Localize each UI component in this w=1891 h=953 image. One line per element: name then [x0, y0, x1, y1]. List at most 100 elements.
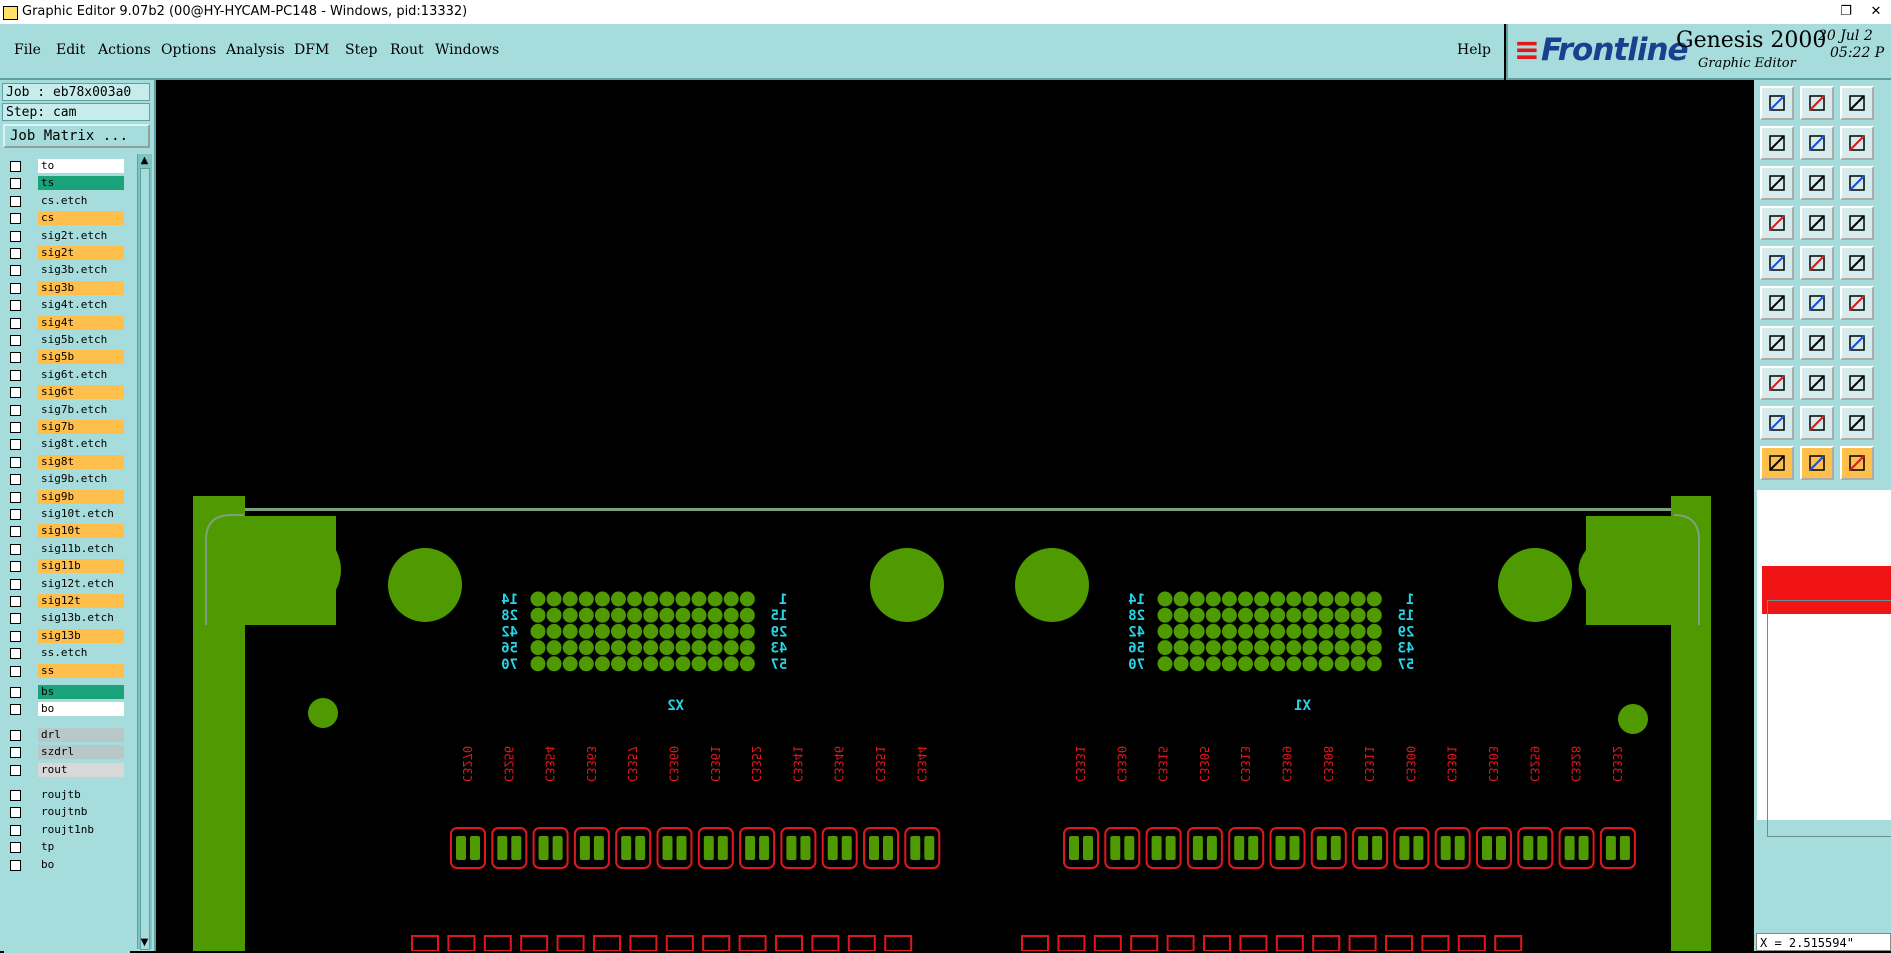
layer-name[interactable]: sig9b	[38, 489, 124, 504]
layer-row[interactable]: sig4t	[4, 315, 130, 331]
layer-name[interactable]: roujt1nb	[38, 822, 124, 837]
layer-row[interactable]: sig9b	[4, 489, 130, 505]
select-yellow-icon[interactable]	[1840, 446, 1874, 480]
arc-icon[interactable]	[1840, 326, 1874, 360]
corner-icon[interactable]	[1760, 366, 1794, 400]
cut-icon[interactable]	[1800, 366, 1834, 400]
menu-rout[interactable]: Rout	[390, 42, 424, 58]
layer-checkbox[interactable]	[10, 509, 21, 520]
layer-row[interactable]: cs	[4, 210, 130, 226]
layer-name[interactable]: sig8t	[38, 454, 124, 469]
layer-row[interactable]: sig3b	[4, 280, 130, 296]
menu-step[interactable]: Step	[345, 42, 377, 58]
layer-name[interactable]: sig6t	[38, 385, 124, 400]
layer-checkbox[interactable]	[10, 648, 21, 660]
layer-checkbox[interactable]	[10, 248, 21, 259]
pan-left-icon[interactable]	[1760, 126, 1794, 160]
layer-checkbox[interactable]	[10, 195, 21, 207]
layer-row[interactable]: sig5b	[4, 349, 130, 365]
scroll-up-icon[interactable]: ▲	[139, 155, 150, 166]
triangle-icon[interactable]	[1760, 406, 1794, 440]
layer-name[interactable]: cs.etch	[38, 193, 124, 208]
layer-checkbox[interactable]	[10, 352, 21, 364]
layer-row[interactable]: cs.etch	[4, 193, 130, 209]
menu-actions[interactable]: Actions	[98, 42, 151, 58]
layer-name[interactable]: sig12t	[38, 594, 124, 608]
layer-row[interactable]: sig12t.etch	[4, 576, 130, 592]
layer-name[interactable]: ss.etch	[38, 646, 124, 661]
layer-name[interactable]: szdrl	[38, 745, 124, 760]
layer-row[interactable]: sig8t	[4, 454, 130, 470]
layer-checkbox[interactable]	[10, 687, 21, 698]
layer-name[interactable]: bo	[38, 857, 124, 872]
layer-row[interactable]: sig10t	[4, 523, 130, 539]
select-icon[interactable]	[1760, 446, 1794, 480]
layer-row[interactable]: roujtb	[4, 787, 130, 803]
layer-row[interactable]: sig13b	[4, 628, 130, 644]
layer-row[interactable]: sig13b.etch	[4, 610, 130, 626]
layer-name[interactable]: ss	[38, 663, 124, 678]
layer-name[interactable]: bs	[38, 685, 124, 699]
layer-checkbox[interactable]	[10, 456, 21, 468]
layer-checkbox[interactable]	[10, 790, 21, 801]
fit-icon[interactable]	[1760, 166, 1794, 200]
layer-row[interactable]: szdrl	[4, 744, 130, 760]
layer-row[interactable]: sig11b.etch	[4, 541, 130, 557]
layer-row[interactable]: sig6t	[4, 384, 130, 400]
layer-row[interactable]: sig11b	[4, 558, 130, 574]
layer-checkbox[interactable]	[10, 178, 21, 190]
shape-icon[interactable]	[1800, 246, 1834, 280]
layer-checkbox[interactable]	[10, 213, 21, 225]
net-icon[interactable]	[1800, 206, 1834, 240]
layer-checkbox[interactable]	[10, 335, 21, 346]
layer-name[interactable]: sig2t.etch	[38, 228, 124, 243]
layer-row[interactable]: sig5b.etch	[4, 332, 130, 348]
cross-icon[interactable]	[1800, 286, 1834, 320]
layer-name[interactable]: sig3b.etch	[38, 263, 124, 278]
layer-row[interactable]: sig10t.etch	[4, 506, 130, 522]
layer-name[interactable]: sig4t	[38, 315, 124, 330]
layer-name[interactable]: cs	[38, 211, 124, 226]
preview-window[interactable]	[1757, 490, 1891, 837]
layer-checkbox[interactable]	[10, 526, 21, 538]
layer-row[interactable]: roujt1nb	[4, 822, 130, 838]
layer-checkbox[interactable]	[10, 491, 21, 503]
layer-row[interactable]: sig4t.etch	[4, 297, 130, 313]
layer-name[interactable]: sig11b	[38, 559, 124, 574]
layer-name[interactable]: sig10t	[38, 524, 124, 539]
layer-row[interactable]: ss	[4, 663, 130, 679]
scroll-thumb[interactable]	[140, 168, 150, 950]
layer-name[interactable]: sig8t.etch	[38, 437, 124, 452]
layer-name[interactable]: sig4t.etch	[38, 298, 124, 313]
layer-checkbox[interactable]	[10, 543, 21, 555]
snap-top-icon[interactable]	[1760, 86, 1794, 120]
layer-checkbox[interactable]	[10, 824, 21, 836]
layer-name[interactable]: sig10t.etch	[38, 507, 124, 521]
close-button[interactable]: ✕	[1856, 0, 1891, 24]
layer-checkbox[interactable]	[10, 561, 21, 573]
layer-name[interactable]: roujtb	[38, 788, 124, 802]
layer-name[interactable]: sig11b.etch	[38, 541, 124, 556]
layer-checkbox[interactable]	[10, 747, 21, 759]
layer-name[interactable]: to	[38, 159, 124, 173]
layer-name[interactable]: drl	[38, 727, 124, 742]
zoom-back-icon[interactable]	[1840, 126, 1874, 160]
layer-checkbox[interactable]	[10, 578, 21, 590]
line-icon[interactable]	[1800, 326, 1834, 360]
layer-checkbox[interactable]	[10, 317, 21, 329]
menu-analysis[interactable]: Analysis	[226, 42, 285, 58]
layer-name[interactable]: sig12t.etch	[38, 576, 124, 591]
layer-name[interactable]: ts	[38, 176, 124, 191]
measure-icon[interactable]	[1760, 206, 1794, 240]
layer-checkbox[interactable]	[10, 842, 21, 854]
layer-name[interactable]: sig2t	[38, 246, 124, 260]
one-to-one-icon[interactable]	[1840, 166, 1874, 200]
route-icon[interactable]	[1840, 206, 1874, 240]
scroll-down-icon[interactable]: ▼	[139, 937, 150, 948]
layer-row[interactable]: drl	[4, 727, 130, 743]
layer-row[interactable]: sig7b.etch	[4, 402, 130, 418]
layer-name[interactable]: sig7b.etch	[38, 402, 124, 417]
layer-row[interactable]: bo	[4, 701, 130, 717]
layer-name[interactable]: sig6t.etch	[38, 367, 124, 382]
menu-windows[interactable]: Windows	[435, 42, 499, 58]
